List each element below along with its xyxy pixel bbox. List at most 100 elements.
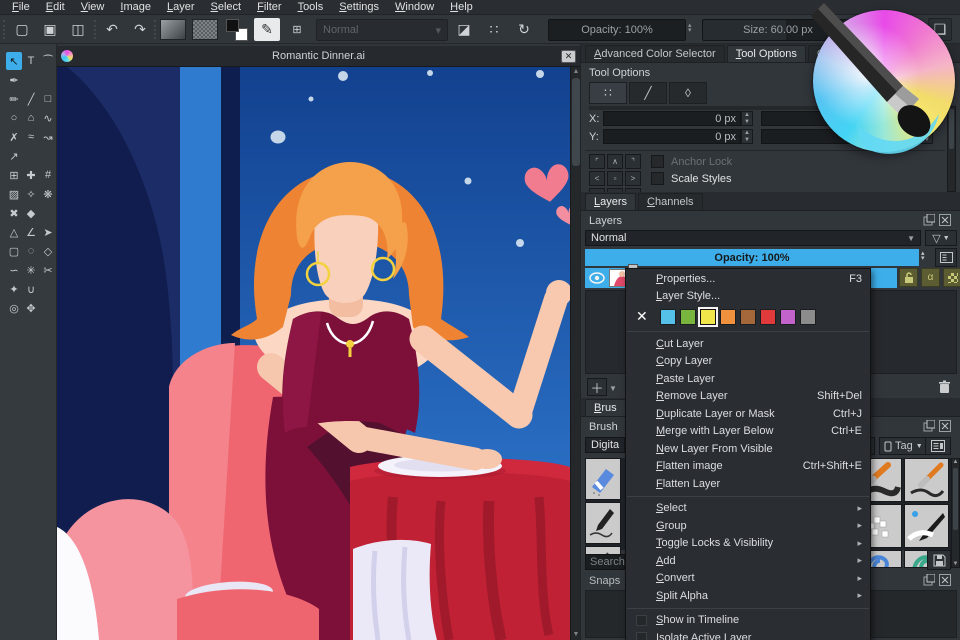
menu-window[interactable]: Window	[388, 1, 441, 13]
elliptical-select-tool[interactable]: ◌	[23, 242, 39, 260]
menu-item-duplicate-layer-or-mask[interactable]: Duplicate Layer or Mask Ctrl+J	[626, 405, 870, 423]
brush-grid-scrollbar[interactable]: ▲ ▼	[951, 458, 960, 568]
text-tool[interactable]: T	[23, 52, 39, 70]
layer-blend-mode-dropdown[interactable]: Normal ▼	[585, 230, 921, 246]
undo-button[interactable]: ↶	[100, 18, 124, 41]
brush-preset-eraser[interactable]	[585, 458, 621, 500]
menu-item-layer-style[interactable]: Layer Style...	[626, 288, 870, 306]
brush-search-input[interactable]: Search	[585, 554, 625, 570]
preset-view-mode-button[interactable]	[925, 437, 951, 455]
layer-opacity-spinner[interactable]: ▴ ▾	[921, 250, 925, 262]
layer-alpha-lock-icon[interactable]: α	[921, 268, 940, 287]
brush-preset-paint-2[interactable]	[904, 458, 949, 502]
y-position-spinner[interactable]: ▲ ▼	[741, 129, 753, 144]
polygon-tool[interactable]: ⌂	[23, 109, 39, 127]
menu-select[interactable]: Select	[204, 1, 249, 13]
menu-item-select[interactable]: Select ▸	[626, 500, 870, 518]
anchor-lock-checkbox[interactable]	[651, 155, 664, 168]
zoom-tool[interactable]: ◎	[6, 299, 22, 317]
x-position-spinner[interactable]: ▲ ▼	[741, 111, 753, 126]
brush-size-slider[interactable]: Size: 60.00 px	[702, 19, 854, 41]
bezier-select-tool[interactable]: ✂	[40, 261, 56, 279]
crop-tool[interactable]: #	[40, 166, 56, 184]
menu-item-add[interactable]: Add ▸	[626, 552, 870, 570]
menu-item-paste-layer[interactable]: Paste Layer	[626, 370, 870, 388]
menu-help[interactable]: Help	[443, 1, 480, 13]
docker-tab-tool-options[interactable]: Tool Options	[726, 45, 806, 62]
canvas-vertical-scrollbar[interactable]: ▲ ▼	[570, 67, 580, 640]
anchor-top-left-button[interactable]: ⌜	[589, 154, 605, 169]
ellipse-tool[interactable]: ○	[6, 109, 22, 127]
menu-item-isolate-active-layer[interactable]: Isolate Active Layer	[626, 629, 870, 640]
magnetic-select-tool[interactable]: ∪	[23, 280, 39, 298]
opacity-spinner[interactable]: ▴ ▾	[688, 22, 692, 34]
document-close-button[interactable]: ✕	[561, 49, 576, 63]
menu-item-split-alpha[interactable]: Split Alpha ▸	[626, 587, 870, 605]
contiguous-select-tool[interactable]: ✦	[6, 280, 22, 298]
color-label-swatch[interactable]	[740, 308, 756, 325]
rectangle-tool[interactable]: □	[40, 90, 56, 108]
brush-editor-button[interactable]: ✎	[254, 18, 280, 41]
menu-item-new-layer-from-visible[interactable]: New Layer From Visible	[626, 440, 870, 458]
color-label-swatch[interactable]	[698, 306, 718, 327]
x-secondary-field[interactable]	[761, 111, 921, 126]
toolbar-drag-handle[interactable]	[3, 20, 7, 39]
float-docker-icon[interactable]	[923, 574, 935, 586]
similar-color-select-tool[interactable]: ✳	[23, 261, 39, 279]
open-document-button[interactable]: ▣	[38, 18, 62, 41]
menu-settings[interactable]: Settings	[332, 1, 386, 13]
menu-item-flatten-layer[interactable]: Flatten Layer	[626, 475, 870, 493]
menu-item-convert[interactable]: Convert ▸	[626, 570, 870, 588]
calligraphy-tool[interactable]: ✒	[6, 71, 22, 89]
colorize-mask-tool[interactable]: ✖	[6, 204, 22, 222]
tab-brush-presets[interactable]: Brus	[585, 399, 626, 416]
no-color-label-swatch[interactable]: ✕	[636, 308, 656, 325]
move-tool[interactable]: ✚	[23, 166, 39, 184]
tool-options-subtab-line[interactable]: ╱	[629, 82, 667, 104]
select-shapes-tool[interactable]: ↖	[6, 52, 22, 70]
float-docker-icon[interactable]	[923, 420, 935, 432]
smudge-tool[interactable]: ❋	[40, 185, 56, 203]
docker-tab-advanced-color-selector[interactable]: Advanced Color Selector	[585, 45, 725, 62]
choose-workspace-button[interactable]: ❏	[928, 18, 952, 41]
tab-layers[interactable]: Layers	[585, 193, 637, 210]
layer-lock-icon[interactable]	[899, 268, 918, 287]
scrollbar-handle[interactable]	[572, 78, 580, 166]
anchor-top-right-button[interactable]: ⌝	[625, 154, 641, 169]
dynamic-brush-tool[interactable]: ↝	[40, 128, 56, 146]
freehand-path-tool[interactable]: ≈	[23, 128, 39, 146]
multibrush-tool[interactable]: ↗	[6, 147, 22, 165]
save-document-button[interactable]: ◫	[66, 18, 90, 41]
anchor-right-button[interactable]: >	[625, 171, 641, 186]
preserve-alpha-button[interactable]: ∷	[482, 18, 506, 41]
menu-tools[interactable]: Tools	[291, 1, 331, 13]
y-position-field[interactable]: 0 px	[603, 129, 741, 144]
color-label-swatch[interactable]	[660, 308, 676, 325]
menu-item-group[interactable]: Group ▸	[626, 517, 870, 535]
close-docker-icon[interactable]	[939, 420, 951, 432]
color-label-swatch[interactable]	[780, 308, 796, 325]
assistants-tool[interactable]: △	[6, 223, 22, 241]
measure-tool[interactable]: ∠	[23, 223, 39, 241]
brush-preset-filter-dropdown[interactable]: Digita	[585, 437, 625, 453]
menu-item-properties[interactable]: Properties... F3	[626, 270, 870, 288]
close-docker-icon[interactable]	[939, 574, 951, 586]
tool-options-subtab-fill[interactable]: ◊	[669, 82, 707, 104]
menu-checkbox[interactable]	[636, 632, 647, 640]
rectangular-select-tool[interactable]: ▢	[6, 242, 22, 260]
document-title-bar[interactable]: Romantic Dinner.ai ✕	[57, 46, 580, 67]
brush-preset-marker[interactable]	[904, 504, 949, 548]
pattern-chooser-button[interactable]	[192, 19, 218, 40]
edit-shapes-tool[interactable]: ⁀	[40, 52, 56, 70]
x-position-field[interactable]: 0 px	[603, 111, 741, 126]
tag-button[interactable]: Tag ▼	[879, 437, 928, 455]
layer-filter-button[interactable]: ▽ ▼	[925, 230, 957, 246]
menu-item-cut-layer[interactable]: Cut Layer	[626, 335, 870, 353]
anchor-top-button[interactable]: ∧	[607, 154, 623, 169]
polyline-tool[interactable]: ∿	[40, 109, 56, 127]
menu-item-remove-layer[interactable]: Remove Layer Shift+Del	[626, 388, 870, 406]
y-secondary-field[interactable]	[761, 129, 921, 144]
scale-styles-checkbox[interactable]	[651, 172, 664, 185]
x-secondary-spinner[interactable]: ▲ ▼	[921, 111, 933, 126]
menu-item-toggle-locks-visibility[interactable]: Toggle Locks & Visibility ▸	[626, 535, 870, 553]
